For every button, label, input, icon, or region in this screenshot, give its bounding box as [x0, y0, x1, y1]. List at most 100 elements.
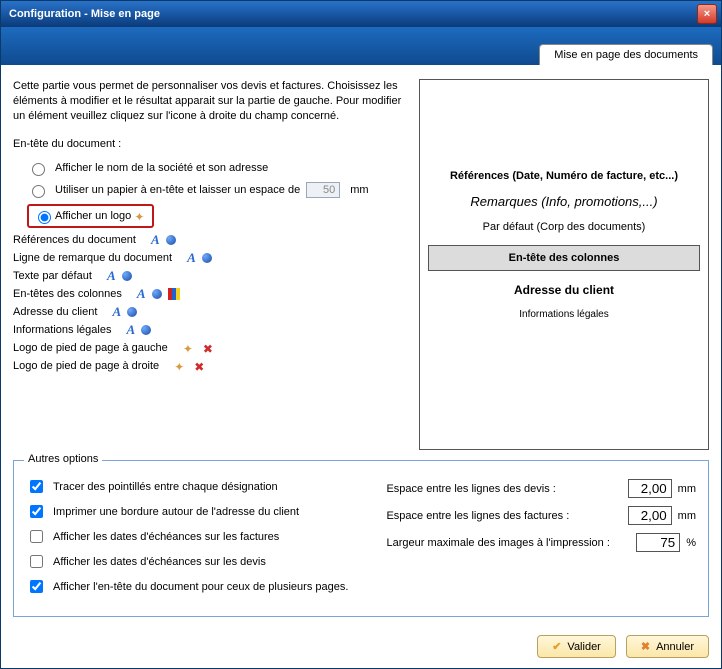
footer: Valider Annuler: [1, 627, 721, 668]
font-icon[interactable]: A: [127, 324, 136, 336]
item-footer-logo-right-label: Logo de pied de page à droite: [13, 360, 159, 372]
radio-logo-input[interactable]: [38, 211, 51, 224]
edit-icon[interactable]: [183, 342, 197, 354]
chk-due-quotes-input[interactable]: [30, 555, 43, 568]
left-column: Cette partie vous permet de personnalise…: [13, 79, 409, 450]
chk-header-multipage-label: Afficher l'en-tête du document pour ceux…: [53, 581, 348, 593]
chk-dotted-lines-label: Tracer des pointillés entre chaque désig…: [53, 481, 278, 493]
tab-strip: Mise en page des documents: [1, 27, 721, 65]
max-image-width: Largeur maximale des images à l'impressi…: [386, 533, 696, 552]
delete-icon[interactable]: [194, 360, 208, 372]
item-default-text-label: Texte par défaut: [13, 270, 92, 282]
chk-header-multipage[interactable]: Afficher l'en-tête du document pour ceux…: [26, 577, 366, 596]
item-references: Références du document A: [13, 234, 409, 246]
chk-header-multipage-input[interactable]: [30, 580, 43, 593]
radio-paper-header-input[interactable]: [32, 185, 45, 198]
radio-company-name-input[interactable]: [32, 163, 45, 176]
color-icon[interactable]: [152, 289, 162, 299]
edit-logo-icon[interactable]: [134, 210, 148, 222]
cancel-button[interactable]: Annuler: [626, 635, 709, 658]
line-spacing-invoices: Espace entre les lignes des factures : m…: [386, 506, 696, 525]
ok-button[interactable]: Valider: [537, 635, 616, 658]
radio-company-name-label: Afficher le nom de la société et son adr…: [55, 162, 268, 174]
cancel-button-label: Annuler: [656, 641, 694, 653]
radio-paper-header-label: Utiliser un papier à en-tête et laisser …: [55, 184, 300, 196]
chk-address-border-label: Imprimer une bordure autour de l'adresse…: [53, 506, 299, 518]
tab-layout[interactable]: Mise en page des documents: [539, 44, 713, 65]
item-client-address: Adresse du client A: [13, 306, 409, 318]
other-options-legend: Autres options: [24, 453, 102, 465]
color-icon[interactable]: [141, 325, 151, 335]
line-spacing-quotes-unit: mm: [678, 483, 696, 495]
window-title: Configuration - Mise en page: [9, 8, 160, 20]
columns-icon[interactable]: [168, 288, 180, 300]
color-icon[interactable]: [166, 235, 176, 245]
chk-address-border[interactable]: Imprimer une bordure autour de l'adresse…: [26, 502, 366, 521]
item-references-label: Références du document: [13, 234, 136, 246]
header-space-unit: mm: [350, 184, 368, 196]
line-spacing-invoices-input[interactable]: [628, 506, 672, 525]
content: Cette partie vous permet de personnalise…: [1, 65, 721, 627]
max-image-width-input[interactable]: [636, 533, 680, 552]
item-legal-info-label: Informations légales: [13, 324, 111, 336]
font-icon[interactable]: A: [137, 288, 146, 300]
close-button[interactable]: ×: [697, 4, 717, 24]
radio-company-name[interactable]: Afficher le nom de la société et son adr…: [27, 160, 409, 176]
edit-icon[interactable]: [174, 360, 188, 372]
cancel-icon: [641, 640, 650, 653]
radio-logo-highlight: Afficher un logo: [27, 204, 154, 228]
chk-due-quotes-label: Afficher les dates d'échéances sur les d…: [53, 556, 266, 568]
item-remark: Ligne de remarque du document A: [13, 252, 409, 264]
font-icon[interactable]: A: [187, 252, 196, 264]
top-row: Cette partie vous permet de personnalise…: [13, 79, 709, 450]
line-spacing-invoices-unit: mm: [678, 510, 696, 522]
line-spacing-quotes-label: Espace entre les lignes des devis :: [386, 483, 555, 495]
preview-legal-info: Informations légales: [428, 309, 700, 320]
radio-paper-header[interactable]: Utiliser un papier à en-tête et laisser …: [27, 182, 409, 198]
delete-icon[interactable]: [203, 342, 217, 354]
item-default-text: Texte par défaut A: [13, 270, 409, 282]
check-icon: [552, 640, 561, 653]
close-icon: ×: [704, 8, 710, 20]
chk-dotted-lines-input[interactable]: [30, 480, 43, 493]
line-spacing-invoices-label: Espace entre les lignes des factures :: [386, 510, 569, 522]
item-remark-label: Ligne de remarque du document: [13, 252, 172, 264]
item-client-address-label: Adresse du client: [13, 306, 97, 318]
chk-due-invoices[interactable]: Afficher les dates d'échéances sur les f…: [26, 527, 366, 546]
max-image-width-label: Largeur maximale des images à l'impressi…: [386, 537, 609, 549]
header-section-label: En-tête du document :: [13, 138, 409, 150]
font-icon[interactable]: A: [112, 306, 121, 318]
header-space-input[interactable]: [306, 182, 340, 198]
preview-remarks: Remarques (Info, promotions,...): [428, 194, 700, 209]
max-image-width-unit: %: [686, 537, 696, 549]
line-spacing-quotes: Espace entre les lignes des devis : mm: [386, 479, 696, 498]
color-icon[interactable]: [202, 253, 212, 263]
titlebar: Configuration - Mise en page ×: [1, 1, 721, 27]
font-icon[interactable]: A: [107, 270, 116, 282]
preview-pane: Références (Date, Numéro de facture, etc…: [419, 79, 709, 450]
options-row: Tracer des pointillés entre chaque désig…: [26, 471, 696, 602]
config-window: Configuration - Mise en page × Mise en p…: [0, 0, 722, 669]
intro-text: Cette partie vous permet de personnalise…: [13, 79, 409, 124]
preview-column-header: En-tête des colonnes: [428, 245, 700, 271]
chk-due-quotes[interactable]: Afficher les dates d'échéances sur les d…: [26, 552, 366, 571]
ok-button-label: Valider: [567, 641, 600, 653]
item-footer-logo-left: Logo de pied de page à gauche: [13, 342, 409, 354]
other-options-fieldset: Autres options Tracer des pointillés ent…: [13, 460, 709, 617]
tab-label: Mise en page des documents: [554, 49, 698, 61]
chk-due-invoices-input[interactable]: [30, 530, 43, 543]
options-left: Tracer des pointillés entre chaque désig…: [26, 471, 366, 602]
color-icon[interactable]: [122, 271, 132, 281]
chk-address-border-input[interactable]: [30, 505, 43, 518]
radio-logo-row: Afficher un logo: [27, 204, 409, 228]
preview-references: Références (Date, Numéro de facture, etc…: [428, 170, 700, 182]
preview-client-address: Adresse du client: [428, 283, 700, 297]
item-legal-info: Informations légales A: [13, 324, 409, 336]
font-icon[interactable]: A: [151, 234, 160, 246]
chk-dotted-lines[interactable]: Tracer des pointillés entre chaque désig…: [26, 477, 366, 496]
line-spacing-quotes-input[interactable]: [628, 479, 672, 498]
item-column-headers-label: En-têtes des colonnes: [13, 288, 122, 300]
color-icon[interactable]: [127, 307, 137, 317]
options-right: Espace entre les lignes des devis : mm E…: [386, 471, 696, 602]
item-footer-logo-right: Logo de pied de page à droite: [13, 360, 409, 372]
